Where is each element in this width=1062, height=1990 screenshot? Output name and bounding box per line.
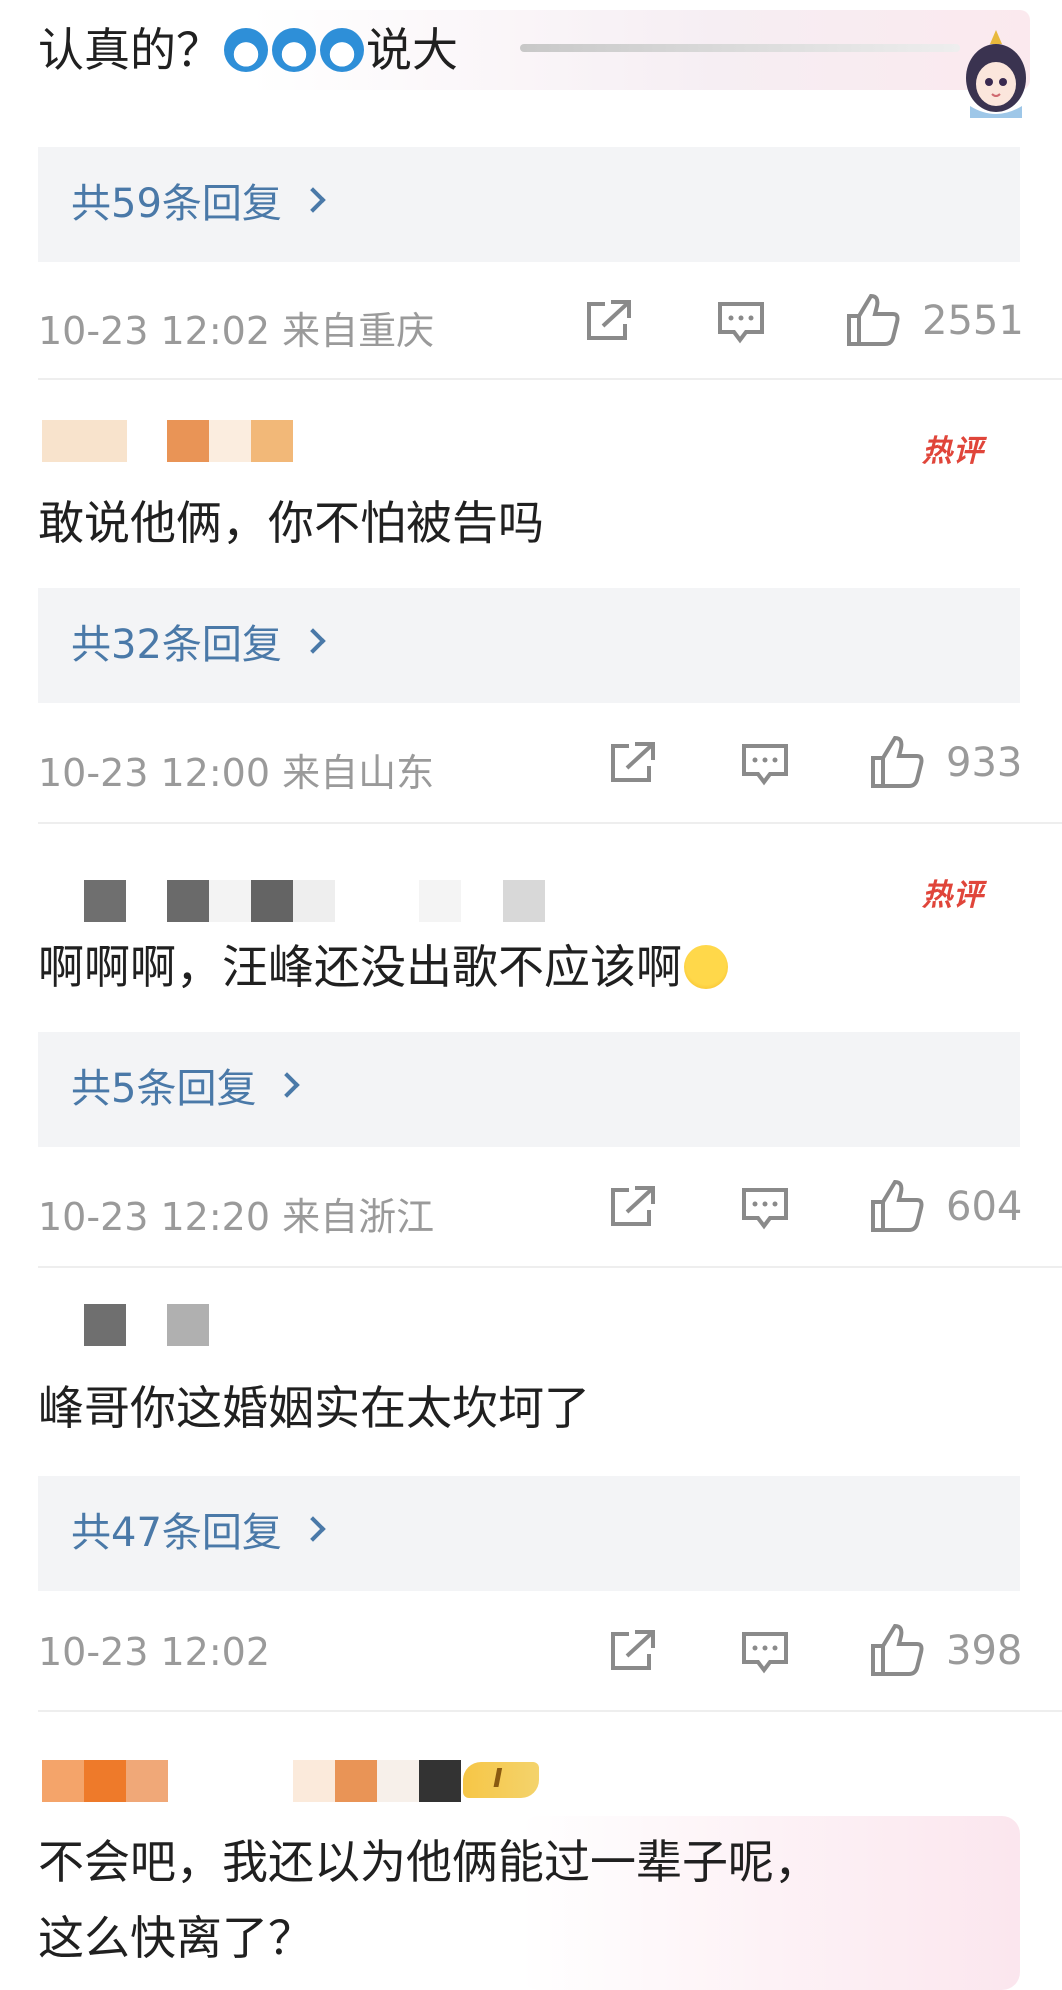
comment-1: 认真的？ 说大 共59条回复 10-23 12:02 来自重庆 2551 [0, 0, 1062, 380]
view-replies-link[interactable]: 共32条回复 [71, 588, 326, 703]
share-icon[interactable] [607, 1184, 657, 1234]
like-icon[interactable] [869, 1622, 925, 1682]
username-redacted [209, 880, 251, 922]
comment-text: 峰哥你这婚姻实在太坎坷了 [38, 1381, 590, 1435]
like-icon[interactable] [869, 1178, 925, 1238]
chevron-right-icon [300, 628, 326, 654]
doraemon-emoji-icon [272, 28, 316, 72]
username-redacted [42, 1760, 84, 1802]
username-redacted [167, 420, 209, 462]
decorative-streak [520, 44, 960, 52]
comment-text: 认真的？ 说大 [38, 23, 458, 77]
username-redacted [293, 880, 335, 922]
username-redacted [251, 420, 293, 462]
share-icon[interactable] [607, 1628, 657, 1678]
username-redacted [419, 880, 461, 922]
chevron-right-icon [300, 187, 326, 213]
reply-box[interactable]: 共47条回复 [38, 1476, 1020, 1591]
username-redacted [377, 1760, 419, 1802]
username-redacted [84, 880, 126, 922]
comment-4: 峰哥你这婚姻实在太坎坷了 共47条回复 10-23 12:02 398 [0, 1268, 1062, 1710]
username-redacted [126, 1760, 168, 1802]
view-replies-link[interactable]: 共5条回复 [71, 1032, 301, 1147]
like-icon[interactable] [845, 292, 901, 352]
view-replies-link[interactable]: 共59条回复 [71, 147, 326, 262]
reply-box[interactable]: 共5条回复 [38, 1032, 1020, 1147]
username-redacted [419, 1760, 461, 1802]
view-replies-link[interactable]: 共47条回复 [71, 1476, 326, 1591]
comment-icon[interactable] [740, 742, 790, 792]
reply-box[interactable]: 共59条回复 [38, 147, 1020, 262]
comment-2: 热评 敢说他俩，你不怕被告吗 共32条回复 10-23 12:00 来自山东 9… [0, 380, 1062, 822]
like-icon[interactable] [869, 734, 925, 794]
comment-icon[interactable] [740, 1630, 790, 1680]
share-icon[interactable] [583, 298, 633, 348]
comment-meta: 10-23 12:00 来自山东 [38, 751, 435, 795]
avatar-decoration [952, 26, 1040, 118]
comment-icon[interactable] [716, 300, 766, 350]
like-count: 933 [946, 740, 1023, 786]
comment-5: I 不会吧，我还以为他俩能过一辈子呢， 这么快离了？ [0, 1712, 1062, 1990]
comment-text: 敢说他俩，你不怕被告吗 [38, 496, 544, 550]
like-count: 604 [946, 1184, 1023, 1230]
comment-3: 热评 啊啊啊，汪峰还没出歌不应该啊 共5条回复 10-23 12:20 来自浙江… [0, 824, 1062, 1266]
like-count: 2551 [922, 298, 1024, 344]
comment-meta: 10-23 12:02 [38, 1630, 271, 1674]
hot-comment-badge: 热评 [922, 434, 984, 469]
username-redacted [209, 420, 251, 462]
comment-text-line-2: 这么快离了？ [38, 1911, 314, 1965]
shocked-emoji-icon [684, 945, 728, 989]
doraemon-emoji-icon [320, 28, 364, 72]
comment-meta: 10-23 12:20 来自浙江 [38, 1195, 435, 1239]
chevron-right-icon [300, 1516, 326, 1542]
vip-level-badge: I [463, 1762, 539, 1798]
username-redacted [167, 1304, 209, 1346]
share-icon[interactable] [607, 740, 657, 790]
level-text: I [493, 1764, 503, 1794]
chevron-right-icon [274, 1072, 301, 1098]
username-redacted [167, 880, 209, 922]
like-count: 398 [946, 1628, 1023, 1674]
username-redacted [251, 880, 293, 922]
hot-comment-badge: 热评 [922, 878, 984, 913]
comment-icon[interactable] [740, 1186, 790, 1236]
username-redacted [293, 1760, 335, 1802]
username-redacted [503, 880, 545, 922]
reply-box[interactable]: 共32条回复 [38, 588, 1020, 703]
comment-text: 啊啊啊，汪峰还没出歌不应该啊 [38, 939, 730, 995]
username-redacted [335, 1760, 377, 1802]
username-redacted [84, 1304, 126, 1346]
comment-meta: 10-23 12:02 来自重庆 [38, 309, 435, 353]
username-redacted [84, 1760, 126, 1802]
doraemon-emoji-icon [224, 28, 268, 72]
comment-text-line-1: 不会吧，我还以为他俩能过一辈子呢， [38, 1835, 820, 1889]
username-redacted [42, 420, 127, 462]
